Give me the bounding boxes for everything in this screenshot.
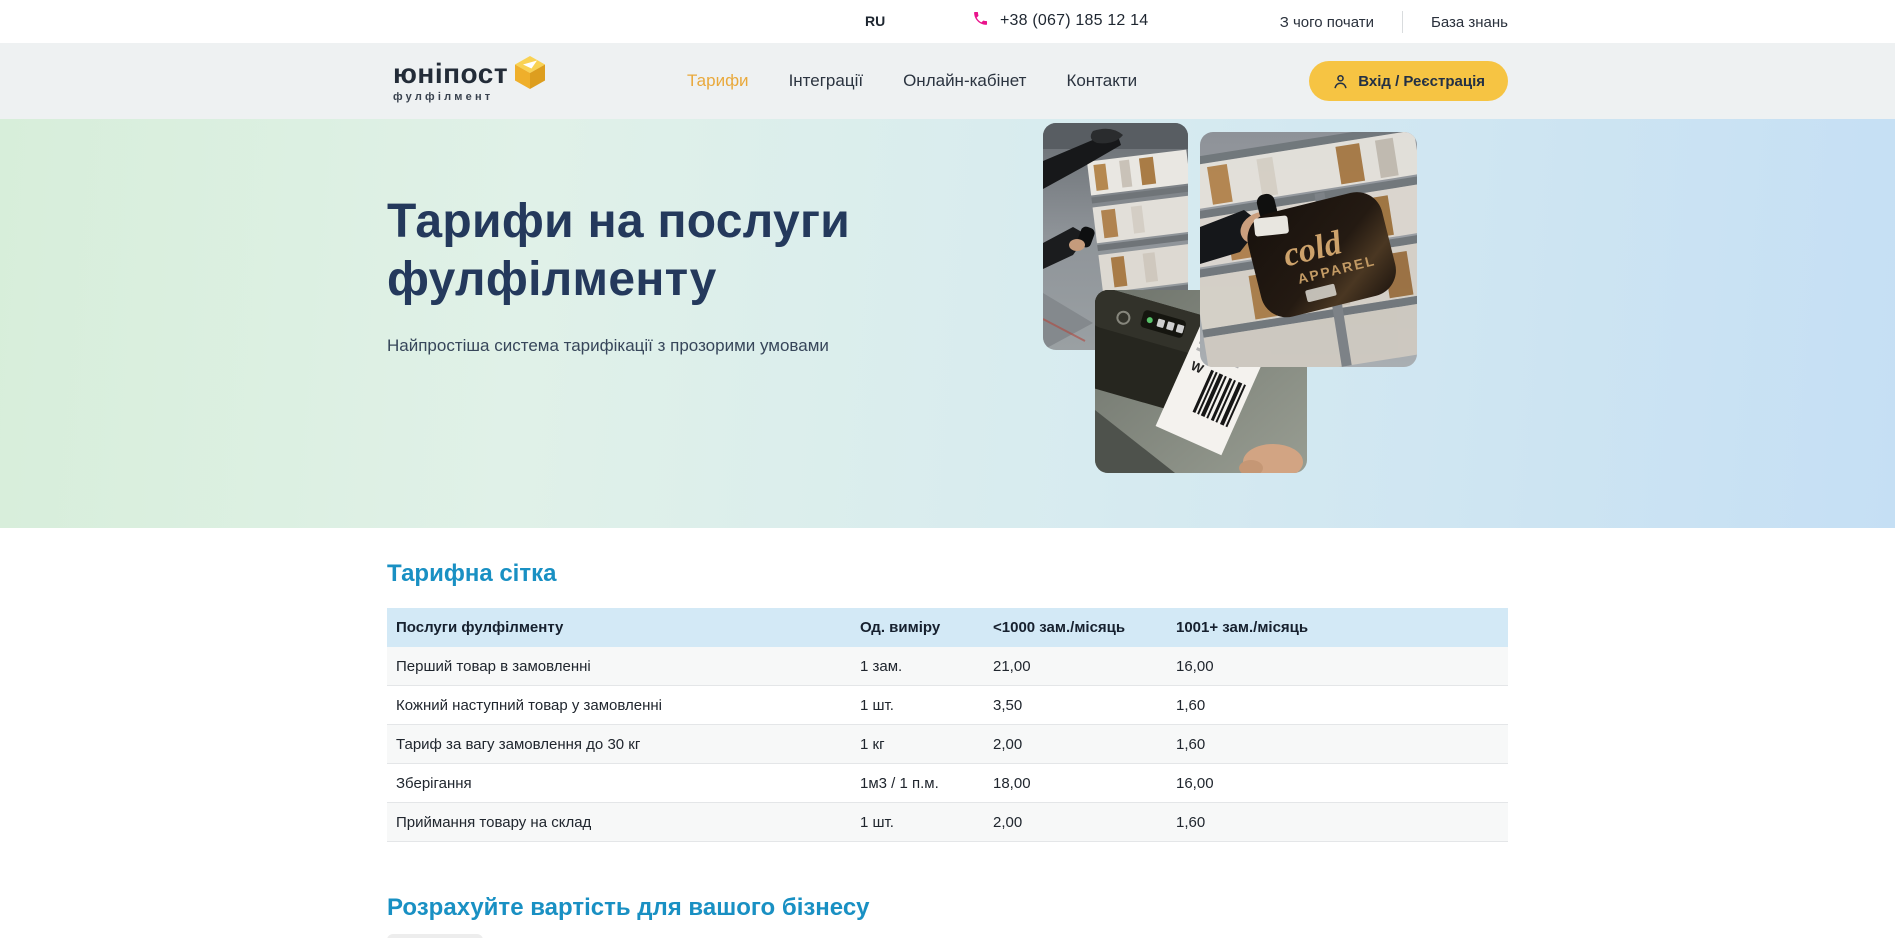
table-row: Тариф за вагу замовлення до 30 кг 1 кг 2… — [387, 725, 1508, 764]
cell-price-high: 16,00 — [1176, 658, 1508, 675]
calculator-widget-top-edge — [387, 934, 483, 938]
language-switcher[interactable]: RU — [865, 13, 885, 29]
cell-price-low: 2,00 — [993, 736, 1176, 753]
photo-package-apparel: cold APPAREL — [1200, 132, 1417, 367]
col-header-under-1000: <1000 зам./місяць — [993, 619, 1176, 636]
topbar: RU +38 (067) 185 12 14 З чого почати Баз… — [0, 0, 1895, 43]
calculator-heading: Розрахуйте вартість для вашого бізнесу — [387, 894, 1508, 922]
table-row: Приймання товару на склад 1 шт. 2,00 1,6… — [387, 803, 1508, 842]
col-header-unit: Од. виміру — [860, 619, 993, 636]
login-register-button[interactable]: Вхід / Реєстрація — [1309, 61, 1508, 101]
phone-group: +38 (067) 185 12 14 — [972, 10, 1148, 32]
login-register-label: Вхід / Реєстрація — [1358, 73, 1485, 90]
nav-contacts[interactable]: Контакти — [1066, 71, 1137, 91]
phone-icon — [972, 10, 989, 32]
logo-subtitle: фулфілмент — [393, 91, 508, 103]
cell-unit: 1 кг — [860, 736, 993, 753]
phone-number[interactable]: +38 (067) 185 12 14 — [1000, 12, 1148, 30]
link-how-to-start[interactable]: З чого почати — [1280, 14, 1374, 31]
user-icon — [1332, 73, 1349, 90]
cell-unit: 1 зам. — [860, 658, 993, 675]
logo[interactable]: юніпост фулфілмент — [393, 60, 545, 103]
logo-cube-icon — [515, 56, 545, 94]
link-knowledge-base[interactable]: База знань — [1431, 14, 1508, 31]
cell-unit: 1 шт. — [860, 697, 993, 714]
cell-price-low: 21,00 — [993, 658, 1176, 675]
table-row: Перший товар в замовленні 1 зам. 21,00 1… — [387, 647, 1508, 686]
cell-service: Перший товар в замовленні — [396, 658, 860, 675]
table-row: Кожний наступний товар у замовленні 1 шт… — [387, 686, 1508, 725]
cell-price-high: 1,60 — [1176, 814, 1508, 831]
main-nav: Тарифи Інтеграції Онлайн-кабінет Контакт… — [687, 71, 1137, 91]
col-header-service: Послуги фулфілменту — [396, 619, 860, 636]
cell-service: Приймання товару на склад — [396, 814, 860, 831]
cell-service: Кожний наступний товар у замовленні — [396, 697, 860, 714]
hero-photo-collage: W — [1043, 123, 1419, 591]
cell-price-low: 3,50 — [993, 697, 1176, 714]
page-subtitle: Найпростіша система тарифікації з прозор… — [387, 336, 947, 356]
cell-price-high: 1,60 — [1176, 736, 1508, 753]
cell-unit: 1м3 / 1 п.м. — [860, 775, 993, 792]
cell-unit: 1 шт. — [860, 814, 993, 831]
hero-section: Тарифи на послугифулфілменту Найпростіша… — [0, 119, 1895, 528]
cell-service: Тариф за вагу замовлення до 30 кг — [396, 736, 860, 753]
logo-title: юніпост — [393, 60, 508, 88]
content-section: Тарифна сітка Послуги фулфілменту Од. ви… — [0, 528, 1895, 938]
page-title: Тарифи на послугифулфілменту — [387, 193, 947, 309]
pricing-table: Послуги фулфілменту Од. виміру <1000 зам… — [387, 608, 1508, 842]
col-header-over-1001: 1001+ зам./місяць — [1176, 619, 1508, 636]
cell-price-high: 16,00 — [1176, 775, 1508, 792]
cell-price-low: 18,00 — [993, 775, 1176, 792]
pricing-heading: Тарифна сітка — [387, 560, 1508, 588]
nav-integrations[interactable]: Інтеграції — [789, 71, 864, 91]
table-row: Зберігання 1м3 / 1 п.м. 18,00 16,00 — [387, 764, 1508, 803]
topbar-divider — [1402, 11, 1403, 33]
cell-price-high: 1,60 — [1176, 697, 1508, 714]
table-header-row: Послуги фулфілменту Од. виміру <1000 зам… — [387, 608, 1508, 647]
cell-service: Зберігання — [396, 775, 860, 792]
main-header: юніпост фулфілмент Тарифи Інтеграції Онл… — [0, 43, 1895, 119]
nav-tariffs[interactable]: Тарифи — [687, 71, 749, 91]
cell-price-low: 2,00 — [993, 814, 1176, 831]
nav-online-cabinet[interactable]: Онлайн-кабінет — [903, 71, 1026, 91]
